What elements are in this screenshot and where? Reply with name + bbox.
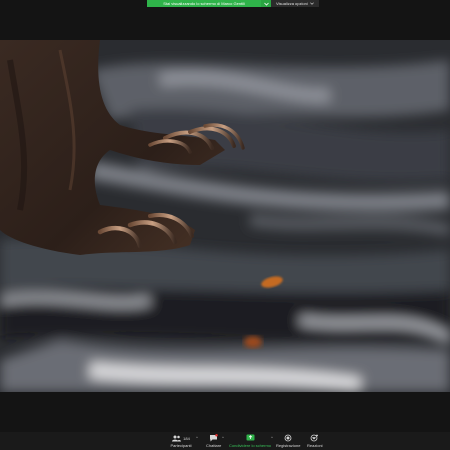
participants-label: Partecipanti <box>170 443 192 448</box>
reactions-button[interactable]: Reazioni <box>307 434 323 448</box>
chat-bubble-icon <box>210 434 218 442</box>
heart-plus-icon <box>310 434 319 442</box>
share-screen-button[interactable]: Condividere lo schermo <box>229 434 271 448</box>
meeting-toolbar: 184 Partecipanti ^ Chattare ^ Condivider… <box>0 432 450 450</box>
shared-screen-view <box>0 40 450 392</box>
participants-count: 184 <box>183 435 190 441</box>
participants-button[interactable]: 184 Partecipanti <box>170 434 192 448</box>
sharing-chevron-button[interactable] <box>261 0 271 7</box>
record-label: Registrazione <box>276 443 301 448</box>
share-options-caret[interactable]: ^ <box>271 435 273 440</box>
chat-options-caret[interactable]: ^ <box>222 435 224 440</box>
chat-button[interactable]: Chattare <box>206 434 221 448</box>
chevron-down-icon <box>309 2 314 5</box>
sharing-status-label: Stai visualizzando lo schermo di Marco G… <box>147 0 261 7</box>
share-screen-icon <box>246 434 255 441</box>
record-button[interactable]: Registrazione <box>276 434 300 448</box>
chevron-down-icon <box>263 2 269 6</box>
shared-photo-bear-claws <box>0 40 450 392</box>
screen-share-banner: Stai visualizzando lo schermo di Marco G… <box>147 0 319 7</box>
record-icon <box>284 434 292 442</box>
reactions-label: Reazioni <box>307 443 323 448</box>
view-options-label: Visualizza opzioni <box>276 1 308 6</box>
view-options-button[interactable]: Visualizza opzioni <box>271 0 319 7</box>
share-screen-label: Condividere lo schermo <box>229 443 272 448</box>
chat-label: Chattare <box>206 443 222 448</box>
participants-options-caret[interactable]: ^ <box>196 435 198 440</box>
people-icon <box>172 435 182 441</box>
